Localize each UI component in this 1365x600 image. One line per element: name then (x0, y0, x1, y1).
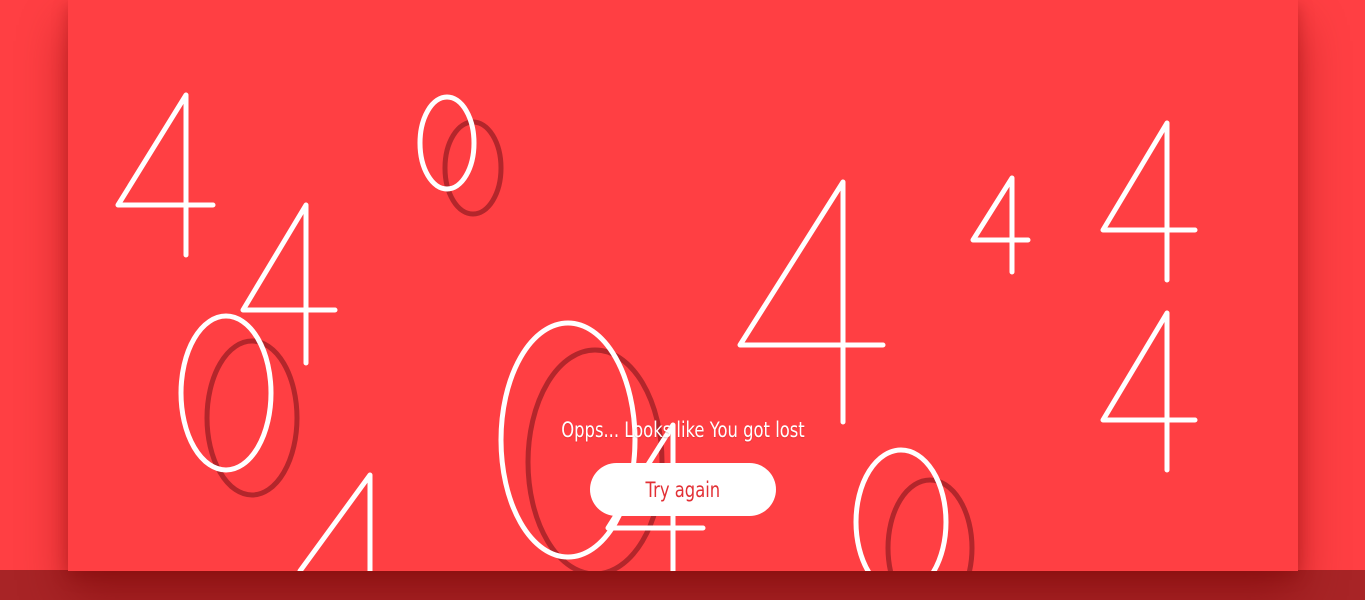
digit-0-center-shadow (525, 347, 665, 571)
page-bottom-shadow (0, 570, 1365, 600)
try-again-button[interactable]: Try again (590, 463, 776, 516)
digit-4-far-right-top (1100, 120, 1198, 283)
digit-4-top-left (115, 92, 216, 258)
try-again-label: Try again (645, 477, 721, 502)
digit-0-bottom-right (853, 447, 949, 571)
digit-4-far-right-bottom (1100, 310, 1198, 473)
digit-4-small-right (970, 175, 1031, 275)
page-background: Opps... Looks like You got lost Try agai… (0, 0, 1365, 600)
error-404-card: Opps... Looks like You got lost Try agai… (68, 0, 1298, 571)
lost-message: Opps... Looks like You got lost (561, 418, 805, 442)
digit-0-left (178, 313, 274, 473)
digit-0-bottom-right-shadow (885, 477, 975, 571)
digit-4-center-large (737, 179, 886, 425)
digit-4-bottom-left-partial (297, 472, 373, 571)
